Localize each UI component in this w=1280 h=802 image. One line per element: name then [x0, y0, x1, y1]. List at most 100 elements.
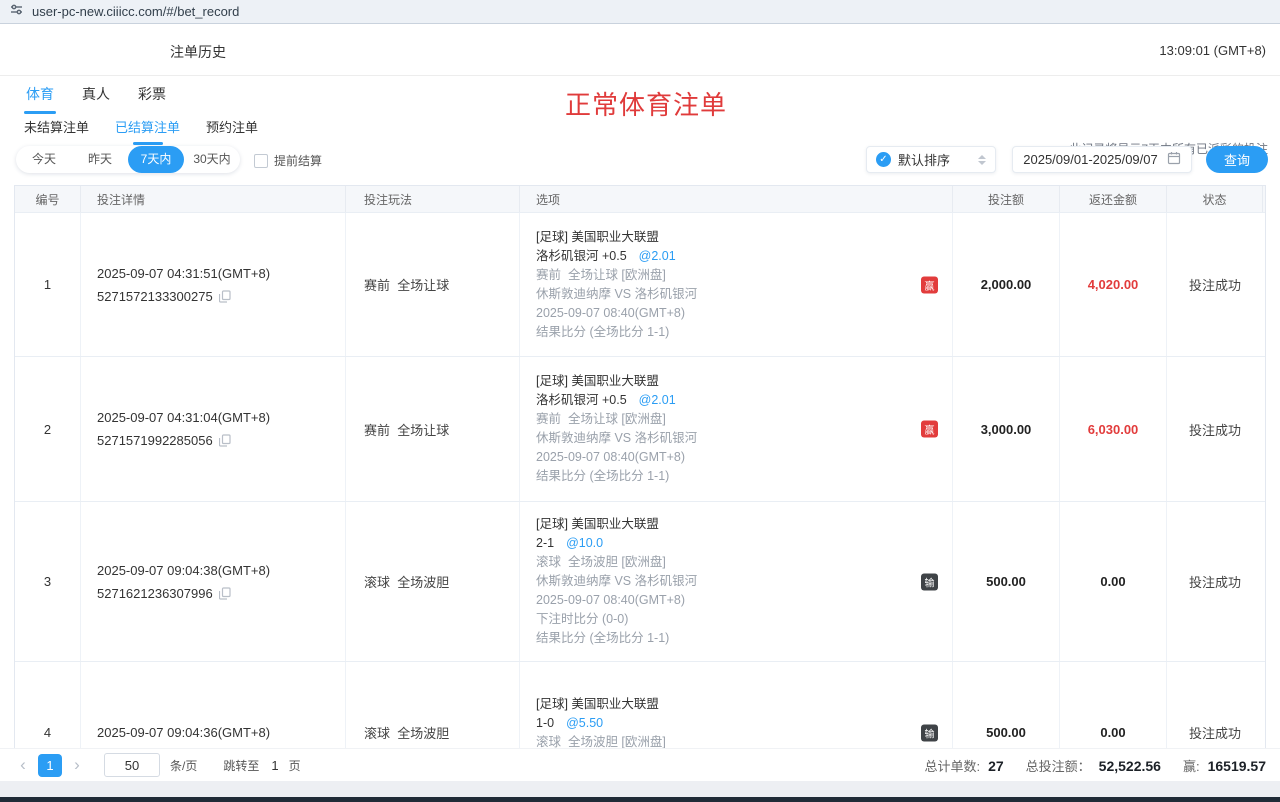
- bet-time: 2025-09-07 04:31:51(GMT+8): [97, 262, 270, 285]
- table-footer: ‹ 1 › 条/页 跳转至 1 页 总计单数: 27 总投注额： 52,522.…: [0, 748, 1280, 781]
- next-page-icon[interactable]: ›: [68, 754, 86, 776]
- option-pick: 2-1: [536, 536, 554, 550]
- tab-lottery[interactable]: 彩票: [136, 84, 168, 114]
- early-settle-checkbox[interactable]: [254, 154, 268, 168]
- total-win-value: 16519.57: [1208, 758, 1266, 774]
- table-row: 3 2025-09-07 09:04:38(GMT+8) 52716212363…: [15, 502, 1265, 662]
- win-badge: 赢: [921, 276, 938, 293]
- bet-status: 投注成功: [1189, 275, 1241, 294]
- option-line: 赛前 全场让球 [欧洲盘]: [536, 266, 697, 285]
- col-header-detail: 投注详情: [81, 186, 346, 212]
- option-pick: 洛杉矶银河 +0.5: [536, 249, 627, 263]
- option-line: 赛前 全场让球 [欧洲盘]: [536, 410, 697, 429]
- table-row: 1 2025-09-07 04:31:51(GMT+8) 52715721333…: [15, 213, 1265, 357]
- total-stake-label: 总投注额：: [1026, 756, 1091, 775]
- option-league: [足球] 美国职业大联盟: [536, 228, 697, 247]
- tab-sports[interactable]: 体育: [24, 84, 56, 114]
- filter-7days[interactable]: 7天内: [128, 146, 184, 173]
- option-line: 2025-09-07 08:40(GMT+8): [536, 591, 697, 610]
- option-odds: @2.01: [639, 249, 676, 263]
- sort-select[interactable]: ✓ 默认排序: [866, 146, 996, 173]
- option-line: 下注时比分 (0-0): [536, 610, 697, 629]
- col-header-status: 状态: [1167, 186, 1263, 212]
- bet-play-type: 滚球 全场波胆: [364, 723, 449, 742]
- early-settle-toggle[interactable]: 提前结算: [254, 152, 322, 169]
- bet-records-table: 编号 投注详情 投注玩法 选项 投注额 返还金额 状态 1 2025-09-07…: [14, 185, 1266, 802]
- browser-address-bar[interactable]: user-pc-new.ciiicc.com/#/bet_record: [0, 0, 1280, 24]
- bet-status: 投注成功: [1189, 420, 1241, 439]
- sort-selected-value: 默认排序: [898, 150, 950, 169]
- prev-page-icon[interactable]: ‹: [14, 754, 32, 776]
- site-settings-icon[interactable]: [10, 3, 23, 21]
- option-league: [足球] 美国职业大联盟: [536, 372, 697, 391]
- header-divider: [0, 75, 1280, 76]
- red-annotation: 正常体育注单: [565, 85, 727, 122]
- page-size-input[interactable]: [104, 753, 160, 777]
- copy-icon[interactable]: [219, 587, 231, 600]
- option-pick: 1-0: [536, 716, 554, 730]
- page-unit-label: 页: [289, 757, 301, 774]
- payout-amount: 4,020.00: [1088, 277, 1139, 292]
- option-line: 2025-09-07 08:40(GMT+8): [536, 448, 697, 467]
- early-settle-label: 提前结算: [274, 152, 322, 169]
- subtab-reserved[interactable]: 预约注单: [206, 117, 258, 145]
- total-stake-value: 52,522.56: [1099, 758, 1161, 774]
- sort-caret-icon: [978, 155, 986, 165]
- lose-badge: 输: [921, 573, 938, 590]
- bet-play-type: 赛前 全场让球: [364, 275, 449, 294]
- copy-icon[interactable]: [219, 434, 231, 447]
- option-odds: @5.50: [566, 716, 603, 730]
- win-badge: 赢: [921, 421, 938, 438]
- bet-play-type: 滚球 全场波胆: [364, 572, 449, 591]
- bet-play-type: 赛前 全场让球: [364, 420, 449, 439]
- col-header-option: 选项: [520, 186, 953, 212]
- check-circle-icon: ✓: [876, 152, 891, 167]
- option-line: 休斯敦迪纳摩 VS 洛杉矶银河: [536, 285, 697, 304]
- calendar-icon: [1167, 151, 1181, 168]
- option-line: 结果比分 (全场比分 1-1): [536, 323, 697, 342]
- row-number: 3: [44, 574, 51, 589]
- total-count-label: 总计单数:: [924, 756, 980, 775]
- date-range-value: 2025/09/01-2025/09/07: [1023, 152, 1157, 167]
- filter-30days[interactable]: 30天内: [184, 146, 240, 173]
- bottom-dark-strip: [0, 797, 1280, 802]
- table-header-row: 编号 投注详情 投注玩法 选项 投注额 返还金额 状态: [15, 186, 1265, 213]
- per-page-label: 条/页: [170, 757, 197, 774]
- option-line: 休斯敦迪纳摩 VS 洛杉矶银河: [536, 429, 697, 448]
- page-url[interactable]: user-pc-new.ciiicc.com/#/bet_record: [32, 4, 239, 19]
- option-line: 2025-09-07 08:40(GMT+8): [536, 304, 697, 323]
- bet-id: 5271571992285056: [97, 429, 213, 452]
- query-button[interactable]: 查询: [1206, 146, 1268, 173]
- date-quick-filter: 今天 昨天 7天内 30天内: [16, 146, 240, 173]
- date-range-input[interactable]: 2025/09/01-2025/09/07: [1012, 146, 1192, 173]
- jump-page-value[interactable]: 1: [271, 758, 278, 773]
- option-odds: @10.0: [566, 536, 603, 550]
- copy-icon[interactable]: [219, 290, 231, 303]
- jump-to-label: 跳转至: [223, 757, 259, 774]
- option-line: 滚球 全场波胆 [欧洲盘]: [536, 553, 697, 572]
- option-league: [足球] 美国职业大联盟: [536, 515, 697, 534]
- subtab-settled[interactable]: 已结算注单: [115, 117, 180, 145]
- filter-yesterday[interactable]: 昨天: [72, 146, 128, 173]
- stake-amount: 500.00: [986, 574, 1026, 589]
- page-title: 注单历史: [170, 42, 226, 62]
- bet-status: 投注成功: [1189, 723, 1241, 742]
- table-row: 2 2025-09-07 04:31:04(GMT+8) 52715719922…: [15, 357, 1265, 502]
- settlement-subtabs: 未结算注单 已结算注单 预约注单: [24, 117, 258, 145]
- footer-gray-band: [0, 781, 1280, 797]
- row-number: 1: [44, 277, 51, 292]
- row-number: 2: [44, 422, 51, 437]
- total-win-label: 赢:: [1183, 756, 1200, 775]
- bet-id: 5271572133300275: [97, 285, 213, 308]
- option-odds: @2.01: [639, 393, 676, 407]
- payout-amount: 6,030.00: [1088, 422, 1139, 437]
- bet-time: 2025-09-07 09:04:38(GMT+8): [97, 559, 270, 582]
- tab-live[interactable]: 真人: [80, 84, 112, 114]
- current-page-button[interactable]: 1: [38, 754, 62, 777]
- filter-today[interactable]: 今天: [16, 146, 72, 173]
- subtab-unsettled[interactable]: 未结算注单: [24, 117, 89, 145]
- total-count-value: 27: [988, 758, 1004, 774]
- server-clock: 13:09:01 (GMT+8): [1159, 43, 1266, 58]
- stake-amount: 500.00: [986, 725, 1026, 740]
- col-header-play: 投注玩法: [346, 186, 520, 212]
